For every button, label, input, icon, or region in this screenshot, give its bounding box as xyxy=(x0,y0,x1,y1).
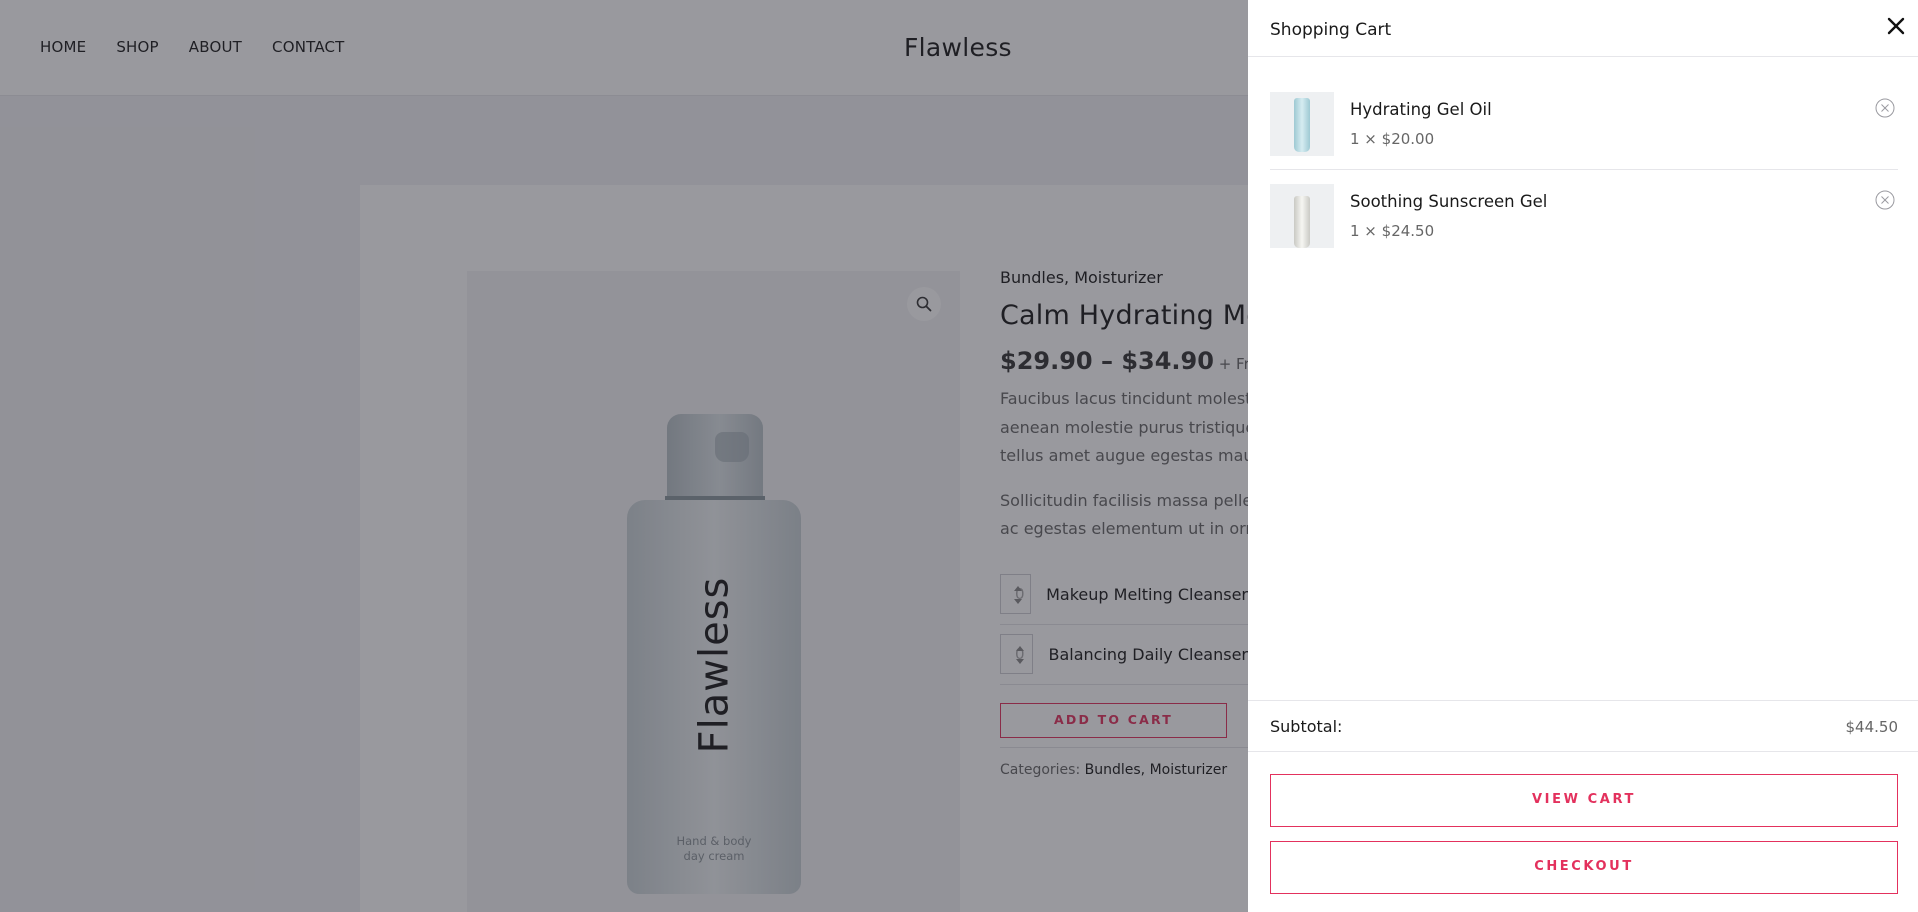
modal-overlay[interactable] xyxy=(0,0,1248,912)
subtotal-value: $44.50 xyxy=(1845,718,1899,736)
cart-item: Hydrating Gel Oil 1 × $20.00 xyxy=(1270,92,1898,170)
cart-item-meta: 1 × $20.00 xyxy=(1350,130,1435,148)
tube-illustration xyxy=(1294,98,1310,152)
cart-header: Shopping Cart xyxy=(1248,0,1918,57)
cart-item-thumbnail[interactable] xyxy=(1270,92,1334,156)
cart-item-name[interactable]: Soothing Sunscreen Gel xyxy=(1350,192,1547,211)
cart-drawer: Shopping Cart Hydrating Gel Oil 1 × $20.… xyxy=(1248,0,1918,912)
checkout-button[interactable]: CHECKOUT xyxy=(1270,841,1898,894)
cart-title: Shopping Cart xyxy=(1270,20,1392,40)
close-icon[interactable] xyxy=(1886,16,1906,36)
cart-item: Soothing Sunscreen Gel 1 × $24.50 xyxy=(1270,184,1898,276)
cart-item-thumbnail[interactable] xyxy=(1270,184,1334,248)
view-cart-button[interactable]: VIEW CART xyxy=(1270,774,1898,827)
remove-circle-icon[interactable] xyxy=(1875,190,1895,210)
cart-item-name[interactable]: Hydrating Gel Oil xyxy=(1350,100,1492,119)
cart-item-meta: 1 × $24.50 xyxy=(1350,222,1435,240)
subtotal-label: Subtotal: xyxy=(1270,717,1343,736)
cart-subtotal: Subtotal: $44.50 xyxy=(1248,700,1918,752)
tube-illustration xyxy=(1294,196,1310,248)
remove-circle-icon[interactable] xyxy=(1875,98,1895,118)
